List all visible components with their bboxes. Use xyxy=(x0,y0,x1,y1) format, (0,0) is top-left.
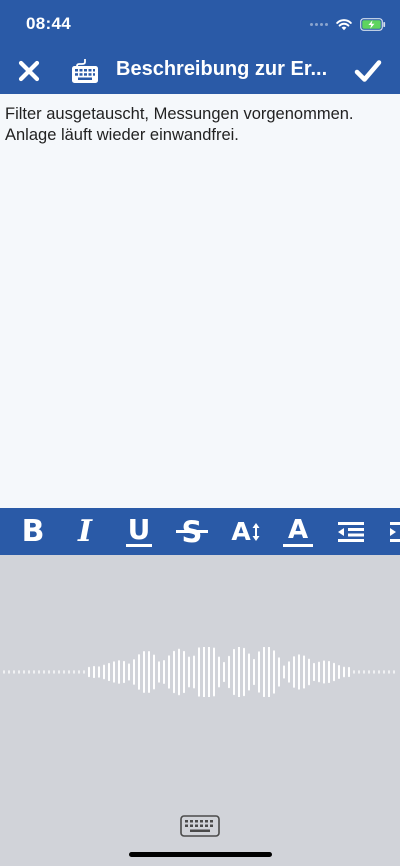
indent-button[interactable] xyxy=(386,508,400,555)
font-size-label: A xyxy=(231,517,251,546)
font-size-button[interactable]: A xyxy=(228,508,264,555)
status-indicators xyxy=(310,15,386,33)
font-color-swatch xyxy=(283,543,313,547)
keyboard-icon xyxy=(72,59,98,83)
close-button[interactable] xyxy=(14,56,44,86)
bold-label: B xyxy=(21,514,45,549)
outdent-icon xyxy=(338,521,364,542)
editor-content[interactable]: Filter ausgetauscht, Messungen vorgenomm… xyxy=(5,104,380,146)
checkmark-icon xyxy=(354,60,382,82)
status-bar: 08:44 xyxy=(0,0,400,48)
dictation-waveform xyxy=(3,647,395,697)
indent-icon xyxy=(390,521,400,542)
strikethrough-button[interactable]: S xyxy=(176,508,208,555)
font-color-label: A xyxy=(287,514,309,545)
cellular-signal-icon xyxy=(310,22,328,26)
page-title: Beschreibung zur Er... xyxy=(116,58,328,80)
nav-bar: Beschreibung zur Er... xyxy=(0,48,400,94)
format-toolbar: B I U S A A xyxy=(0,508,400,555)
keyboard-toggle-button[interactable] xyxy=(70,56,100,86)
outdent-button[interactable] xyxy=(334,508,368,555)
battery-charging-icon xyxy=(360,17,386,31)
strikethrough-line xyxy=(176,530,208,533)
underline-button[interactable]: U xyxy=(122,508,156,555)
bold-button[interactable]: B xyxy=(16,508,50,555)
underline-label: U xyxy=(125,513,153,547)
vertical-resize-arrows-icon xyxy=(252,522,260,541)
italic-label: I xyxy=(77,514,93,549)
dictation-panel xyxy=(0,555,400,866)
font-color-button[interactable]: A xyxy=(282,508,314,555)
close-icon xyxy=(18,60,40,82)
status-time: 08:44 xyxy=(26,14,71,33)
home-indicator xyxy=(129,852,272,857)
wifi-icon xyxy=(336,19,352,31)
text-editor[interactable]: Filter ausgetauscht, Messungen vorgenomm… xyxy=(0,94,400,508)
done-button[interactable] xyxy=(352,55,384,87)
keyboard-icon xyxy=(180,815,220,837)
switch-to-keyboard-button[interactable] xyxy=(180,814,220,838)
italic-button[interactable]: I xyxy=(70,508,100,555)
